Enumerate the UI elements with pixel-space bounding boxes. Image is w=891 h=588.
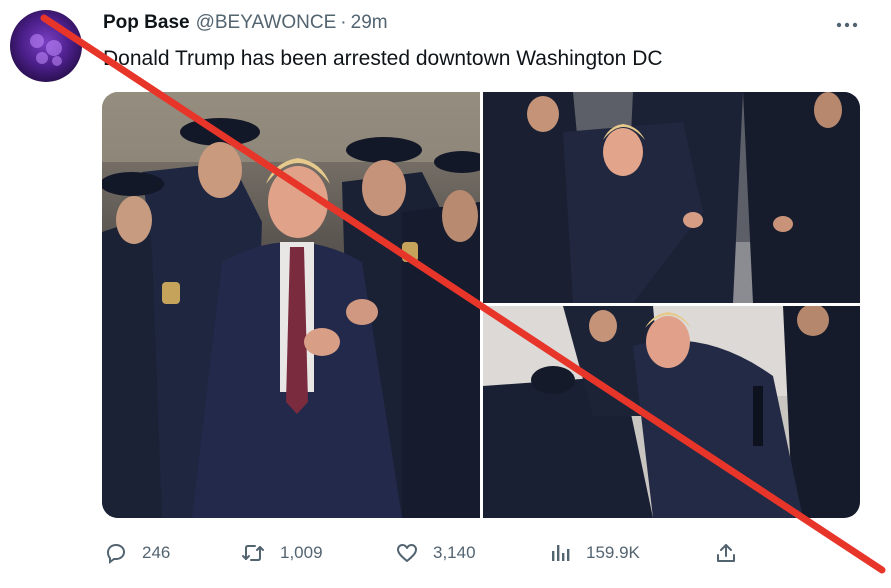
display-name[interactable]: Pop Base [103, 12, 190, 34]
retweet-count: 1,009 [280, 543, 323, 562]
media-photo-1[interactable] [102, 92, 480, 518]
reply-button[interactable]: 246 [104, 536, 170, 570]
views-button[interactable]: 159.9K [550, 536, 640, 570]
retweet-icon [240, 541, 266, 565]
like-button[interactable]: 3,140 [395, 536, 476, 570]
user-handle[interactable]: @BEYAWONCE [196, 12, 337, 34]
media-grid [102, 92, 860, 518]
share-icon [714, 541, 738, 565]
reply-icon [104, 541, 128, 565]
timestamp[interactable]: 29m [351, 12, 388, 34]
more-icon[interactable] [832, 10, 862, 40]
media-photo-2[interactable] [483, 92, 860, 303]
like-count: 3,140 [433, 543, 476, 562]
reply-count: 246 [142, 543, 171, 562]
tweet[interactable]: Pop Base @BEYAWONCE · 29m Donald Trump h… [0, 0, 891, 588]
views-count: 159.9K [586, 543, 640, 562]
share-button[interactable] [714, 536, 738, 570]
retweet-button[interactable]: 1,009 [240, 536, 323, 570]
action-bar: 246 1,009 3,140 159.9K [102, 536, 742, 570]
profile-avatar[interactable] [10, 10, 82, 82]
tweet-header: Pop Base @BEYAWONCE · 29m [103, 12, 388, 38]
like-icon [395, 541, 419, 565]
tweet-text: Donald Trump has been arrested downtown … [103, 47, 663, 70]
media-photo-3[interactable] [483, 306, 860, 518]
views-icon [550, 541, 572, 565]
separator: · [340, 12, 347, 33]
